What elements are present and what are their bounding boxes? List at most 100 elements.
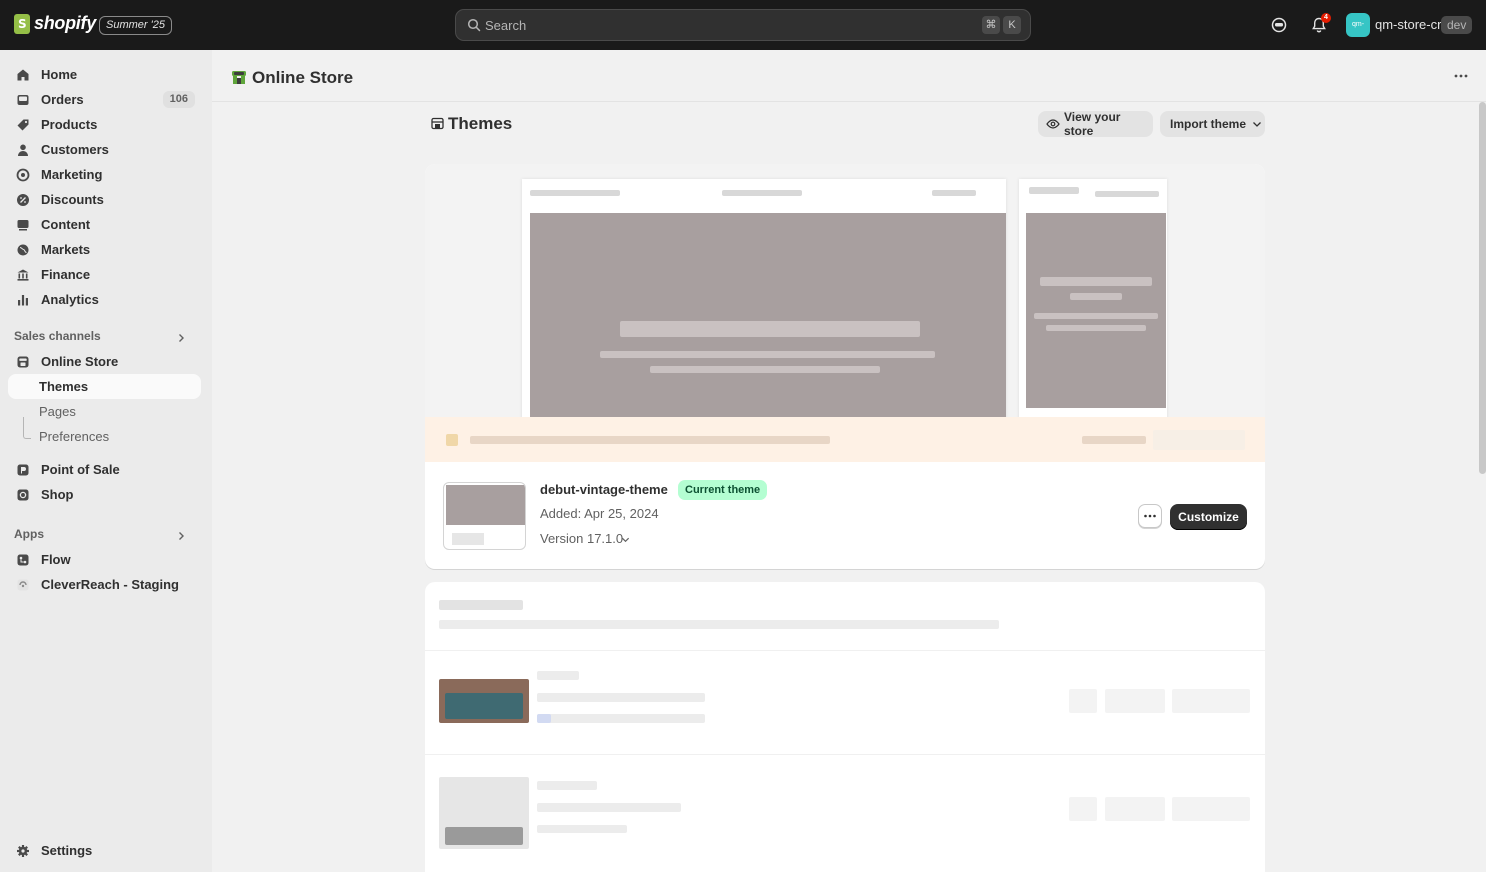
theme-thumbnail[interactable] [443,482,526,550]
library-theme-row [425,754,1265,872]
search-placeholder: Search [485,18,527,33]
gear-icon [17,844,29,857]
page-header: Online Store [212,50,1486,102]
sidebar-item-label: Customers [41,142,109,157]
sidebar-item-shop[interactable]: Shop [8,482,201,507]
sidebar-item-content[interactable]: Content [8,212,201,237]
sidebar-item-label: Home [41,67,78,82]
mobile-hero-image [1026,213,1166,408]
sidebar-item-label: Preferences [39,429,110,444]
tag-icon [17,119,29,130]
sidebar-item-discounts[interactable]: Discounts [8,187,201,212]
discount-icon [17,193,29,206]
eye-icon [1046,119,1060,129]
sidebar-item-orders[interactable]: Orders 106 [8,87,201,112]
library-theme-row [425,650,1265,754]
chevron-right-icon[interactable] [176,531,186,541]
sidebar-item-label: Orders [41,92,84,107]
bank-icon [17,269,29,281]
section-title: Themes [448,114,513,133]
sidebar: Home Orders 106 Products Customers Marke… [0,50,212,872]
sidebar-item-flow[interactable]: Flow [8,547,201,572]
sidebar-item-label: Finance [41,267,91,282]
sidebar-item-label: CleverReach - Staging [41,577,179,592]
sidebar-item-label: Flow [41,552,71,567]
customize-button[interactable]: Customize [1170,504,1247,530]
orders-count-badge: 106 [162,91,195,108]
cleverreach-icon [17,579,29,590]
person-icon [18,144,28,156]
scrollbar[interactable] [1479,102,1486,474]
search-input[interactable]: Search ⌘ K [455,9,1031,41]
sidebar-item-label: Shop [41,487,74,502]
theme-actions-button[interactable] [1138,504,1162,528]
target-icon [16,168,30,181]
sidebar-item-label: Markets [41,242,91,257]
chevron-down-icon[interactable] [621,535,630,544]
sidebar-item-pages[interactable]: Pages [8,399,201,424]
view-store-button[interactable]: View your store [1038,110,1153,138]
bar-chart-icon [18,294,28,305]
sidebar-item-online-store[interactable]: Online Store [8,349,201,374]
themes-icon [431,117,444,130]
theme-added-date: Added: Apr 25, 2024 [540,506,659,521]
sidebar-item-label: Marketing [41,167,103,182]
page-title: Online Store [252,68,354,87]
flow-icon [17,554,29,565]
current-theme-card: debut-vintage-theme Current theme Added:… [425,164,1265,569]
sidebar-item-themes[interactable]: Themes [8,374,201,399]
sidebar-item-preferences[interactable]: Preferences [8,424,201,449]
more-horizontal-icon[interactable] [1453,72,1469,80]
sidebar-item-cleverreach[interactable]: CleverReach - Staging [8,572,201,597]
sidebar-item-label: Settings [41,843,93,858]
desktop-preview [522,179,1006,423]
sidebar-item-label: Point of Sale [41,462,120,477]
avatar[interactable]: qm- [1346,13,1370,37]
sidebar-item-analytics[interactable]: Analytics [8,287,201,312]
sidebar-item-label: Online Store [41,354,119,369]
storefront-icon [17,356,29,367]
sidebar-item-products[interactable]: Products [8,112,201,137]
sales-channels-heading: Sales channels [14,329,101,343]
import-theme-label: Import theme [1170,117,1247,131]
current-theme-badge: Current theme [678,480,768,500]
blurred-notice-bar [425,417,1265,462]
more-horizontal-icon [1144,514,1156,518]
chevron-right-icon[interactable] [176,333,186,343]
sidebar-item-finance[interactable]: Finance [8,262,201,287]
shopify-logo[interactable]: shopify [14,13,96,34]
edition-badge[interactable]: Summer '25 [99,16,172,35]
desktop-hero-image [530,213,1006,423]
shortcut-k-key: K [1003,16,1021,34]
sidebar-item-label: Analytics [41,292,99,307]
shopify-bag-icon [14,13,30,34]
theme-preview[interactable] [425,164,1265,423]
shortcut-cmd-key: ⌘ [982,16,1000,34]
sidebar-item-label: Themes [39,379,89,394]
sidebar-item-label: Discounts [41,192,104,207]
sidekick-icon[interactable] [1270,16,1288,34]
sidebar-item-settings[interactable]: Settings [8,838,201,863]
store-name[interactable]: qm-store-cr [1375,17,1441,32]
brand-name: shopify [34,13,96,33]
sidebar-item-marketing[interactable]: Marketing [8,162,201,187]
import-theme-button[interactable]: Import theme [1160,111,1265,137]
shop-icon [17,489,29,500]
sidebar-item-markets[interactable]: Markets [8,237,201,262]
search-icon [467,18,481,32]
pos-icon [17,464,29,475]
sidebar-item-label: Pages [39,404,76,419]
chevron-down-icon [1253,122,1261,127]
home-icon [17,69,29,80]
top-bar: shopify Summer '25 Search ⌘ K 4 qm- qm-s… [0,0,1486,50]
sidebar-item-point-of-sale[interactable]: Point of Sale [8,457,201,482]
main-content: Online Store Themes View your store Impo… [212,50,1486,872]
sidebar-item-home[interactable]: Home [8,62,201,87]
theme-library-card [425,582,1265,872]
apps-heading: Apps [14,527,44,541]
sidebar-item-label: Content [41,217,91,232]
env-badge: dev [1441,16,1473,34]
sidebar-item-label: Products [41,117,98,132]
sidebar-item-customers[interactable]: Customers [8,137,201,162]
theme-version[interactable]: Version 17.1.0 [540,531,623,546]
